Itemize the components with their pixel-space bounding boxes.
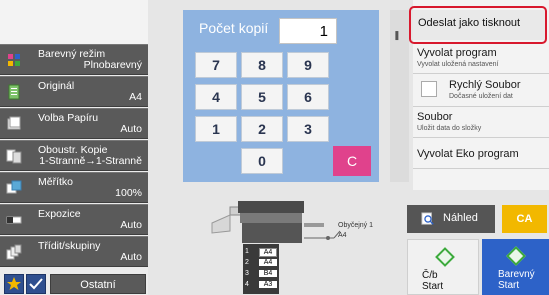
- bw-start-line1: Č/b: [422, 270, 438, 281]
- copies-keypad-panel: Počet kopií 1 7 8 9 4 5 6 1 2 3 0 C: [183, 10, 379, 182]
- exposure-button[interactable]: Expozice Auto: [0, 204, 148, 235]
- paper-select-button[interactable]: Volba Papíru Auto: [0, 108, 148, 139]
- sort-icon: [6, 244, 22, 260]
- color-mode-icon: [6, 52, 22, 68]
- eco-program-title: Vyvolat Eko program: [417, 148, 519, 160]
- file-button[interactable]: Soubor Uložit data do složky: [413, 108, 549, 138]
- color-start-diamond-icon: [506, 246, 526, 266]
- sort-button[interactable]: Třídit/skupiny Auto: [0, 236, 148, 267]
- scale-label: Měřítko: [38, 176, 74, 188]
- duplex-button[interactable]: Oboustr. Kopie 1-Stranně→1-Stranně: [0, 140, 148, 171]
- color-mode-button[interactable]: Barevný režim Plnobarevný: [0, 44, 148, 75]
- quick-file-checkbox[interactable]: [421, 81, 437, 97]
- original-value: A4: [129, 91, 142, 103]
- preview-label: Náhled: [443, 212, 478, 224]
- bottom-bar: Ostatní: [0, 270, 148, 295]
- key-1[interactable]: 1: [195, 116, 237, 142]
- key-3[interactable]: 3: [287, 116, 329, 142]
- tray-number: 1: [245, 248, 249, 255]
- color-start-button[interactable]: Barevný Start: [482, 239, 549, 295]
- color-start-line1: Barevný: [498, 269, 535, 280]
- tray-number: 3: [245, 270, 249, 277]
- sort-value: Auto: [120, 251, 142, 263]
- other-button[interactable]: Ostatní: [50, 274, 146, 294]
- scale-value: 100%: [115, 187, 142, 199]
- tray-4[interactable]: 4 A3: [243, 280, 279, 291]
- paper-label: Volba Papíru: [38, 112, 99, 124]
- recall-program-title: Vyvolat program: [417, 47, 497, 59]
- tray-number: 4: [245, 281, 249, 288]
- panel-divider: ❚: [390, 10, 409, 182]
- duplex-value: 1-Stranně→1-Stranně: [39, 155, 142, 167]
- key-4[interactable]: 4: [195, 84, 237, 110]
- tray-2[interactable]: 2 A4: [243, 258, 279, 269]
- file-sub: Uložit data do složky: [417, 125, 482, 132]
- key-6[interactable]: 6: [287, 84, 329, 110]
- ca-button[interactable]: CA: [502, 205, 547, 233]
- check-icon: [29, 278, 43, 290]
- quick-file-sub: Dočasné uložení dat: [449, 93, 513, 100]
- key-7[interactable]: 7: [195, 52, 237, 78]
- copies-input[interactable]: 1: [279, 18, 337, 44]
- favorites-button[interactable]: [4, 274, 24, 294]
- copier-illustration: [211, 201, 341, 243]
- paper-icon: [6, 116, 22, 132]
- copies-label: Počet kopií: [199, 20, 269, 36]
- tray-number: 2: [245, 259, 249, 266]
- output-paper-label: Obyčejný 1: [338, 222, 374, 229]
- key-2[interactable]: 2: [241, 116, 283, 142]
- machine-preview: [200, 193, 400, 293]
- settings-panel: Barevný režim Plnobarevný Originál A4 Vo…: [0, 0, 148, 295]
- exposure-value: Auto: [120, 219, 142, 231]
- check-button[interactable]: [26, 274, 46, 294]
- original-label: Originál: [38, 80, 75, 92]
- settings-panel-header: [0, 0, 148, 44]
- eco-program-button[interactable]: Vyvolat Eko program: [413, 139, 549, 169]
- tray-paper: A4: [259, 259, 277, 266]
- star-icon: [7, 277, 21, 290]
- exposure-label: Expozice: [38, 208, 81, 220]
- color-start-line2: Start: [498, 280, 520, 291]
- scale-icon: [6, 180, 22, 196]
- bw-start-button[interactable]: Č/b Start: [407, 239, 479, 295]
- file-title: Soubor: [417, 111, 453, 123]
- recall-program-sub: Vyvolat uložená nastavení: [417, 61, 499, 68]
- tray-1[interactable]: 1 A4: [243, 247, 279, 258]
- color-mode-value: Plnobarevný: [83, 59, 142, 71]
- tray-paper: B4: [259, 270, 277, 277]
- tray-paper: A4: [259, 248, 277, 257]
- quick-file-button[interactable]: Rychlý Soubor Dočasné uložení dat: [413, 75, 549, 107]
- duplex-icon: [6, 148, 22, 164]
- scale-button[interactable]: Měřítko 100%: [0, 172, 148, 203]
- clear-button[interactable]: C: [333, 146, 371, 176]
- recall-program-button[interactable]: Vyvolat program Vyvolat uložená nastaven…: [413, 44, 549, 74]
- paper-value: Auto: [120, 123, 142, 135]
- send-as-print-highlight: [409, 6, 547, 44]
- sort-label: Třídit/skupiny: [38, 240, 101, 252]
- paper-trays: 1 A4 2 A4 3 B4 4 A3: [243, 244, 279, 294]
- key-8[interactable]: 8: [241, 52, 283, 78]
- key-5[interactable]: 5: [241, 84, 283, 110]
- preview-button[interactable]: Náhled: [407, 205, 495, 233]
- key-0[interactable]: 0: [241, 148, 283, 174]
- divider-handle-icon: ❚: [393, 30, 401, 40]
- output-size-label: A4: [338, 232, 347, 239]
- tray-paper: A3: [259, 281, 277, 288]
- original-document-icon: [6, 84, 22, 100]
- preview-magnifier-icon: [421, 212, 434, 225]
- quick-file-title: Rychlý Soubor: [449, 79, 521, 91]
- original-button[interactable]: Originál A4: [0, 76, 148, 107]
- bw-start-diamond-icon: [435, 247, 455, 267]
- key-9[interactable]: 9: [287, 52, 329, 78]
- bw-start-line2: Start: [422, 281, 444, 292]
- exposure-icon: [6, 212, 22, 228]
- tray-3[interactable]: 3 B4: [243, 269, 279, 280]
